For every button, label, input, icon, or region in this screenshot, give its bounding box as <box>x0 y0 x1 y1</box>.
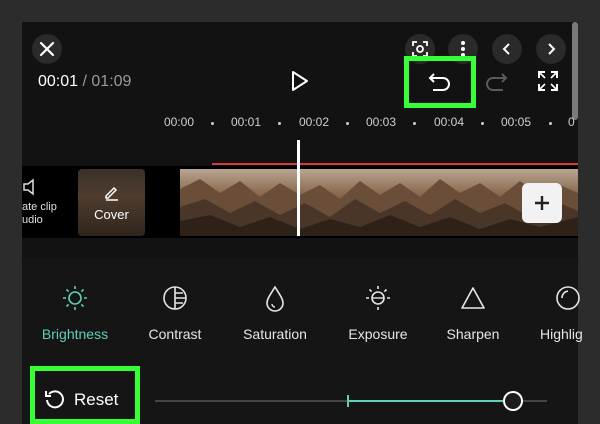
speaker-icon <box>23 178 34 196</box>
slider-center-mark <box>347 395 349 407</box>
ruler-dot <box>413 122 416 125</box>
fullscreen-button[interactable] <box>537 70 559 97</box>
ruler-tick: 00:00 <box>164 115 195 129</box>
chevron-right-icon <box>548 43 556 55</box>
adjust-exposure[interactable]: Exposure <box>343 278 413 342</box>
close-button[interactable] <box>32 34 62 64</box>
contrast-icon <box>163 286 187 310</box>
reset-button[interactable]: Reset <box>40 376 136 424</box>
slider-fill <box>348 400 514 402</box>
brightness-icon <box>63 286 87 310</box>
adjust-label: Exposure <box>348 326 408 342</box>
plus-icon <box>535 196 549 210</box>
saturation-icon <box>266 285 284 312</box>
adjust-label: Contrast <box>148 326 202 342</box>
redo-button[interactable] <box>484 70 508 97</box>
mute-clip-audio-button[interactable]: ate clip udio <box>22 178 57 227</box>
next-button[interactable] <box>536 34 566 64</box>
chevron-left-icon <box>502 43 510 55</box>
mute-label-line1: ate clip <box>22 201 57 213</box>
ruler-dot <box>211 122 214 125</box>
add-clip-button[interactable] <box>522 183 562 223</box>
edit-pencil-icon <box>105 186 118 201</box>
clip-thumbnails <box>180 179 578 236</box>
total-time: 01:09 <box>91 73 132 90</box>
mute-label-line2: udio <box>22 214 43 226</box>
adjust-brightness[interactable]: Brightness <box>36 278 114 342</box>
current-time: 00:01 <box>38 73 79 90</box>
slider-knob[interactable] <box>503 391 523 411</box>
undo-icon <box>428 73 450 91</box>
ruler-tick: 00:05 <box>501 115 532 129</box>
fullscreen-icon <box>538 71 558 91</box>
ruler-dot <box>346 122 349 125</box>
play-button[interactable] <box>290 70 310 97</box>
cover-overlay <box>78 169 145 236</box>
ruler-dot <box>481 122 484 125</box>
sharpen-icon <box>461 287 485 309</box>
video-clip[interactable] <box>180 169 578 236</box>
adjust-label: Highlig <box>540 326 583 342</box>
time-separator: / <box>82 73 87 90</box>
reset-icon <box>45 390 64 409</box>
audio-indicator-line <box>212 163 578 165</box>
adjust-label: Brightness <box>41 326 109 342</box>
play-icon <box>292 71 308 91</box>
highlight-icon <box>556 286 580 310</box>
adjust-contrast[interactable]: Contrast <box>140 278 210 342</box>
right-margin <box>578 0 600 424</box>
ruler-dot <box>549 122 552 125</box>
left-margin <box>0 0 22 424</box>
adjust-highlight[interactable]: Highlig <box>540 278 600 342</box>
page-scrollbar[interactable] <box>572 22 578 120</box>
reset-label: Reset <box>74 390 119 409</box>
playhead[interactable] <box>297 140 300 236</box>
cover-button[interactable]: Cover <box>78 169 145 236</box>
undo-button[interactable] <box>428 70 452 97</box>
cover-label: Cover <box>94 207 129 222</box>
ruler-tick: 00:03 <box>366 115 397 129</box>
ruler-tick: 00:04 <box>434 115 465 129</box>
time-readout: 00:01 / 01:09 <box>38 73 131 91</box>
ruler-dot <box>278 122 281 125</box>
adjust-label: Saturation <box>243 326 307 342</box>
close-icon <box>39 41 55 57</box>
ruler-tick: 00:02 <box>299 115 330 129</box>
redo-icon <box>486 73 508 91</box>
adjust-saturation[interactable]: Saturation <box>238 278 312 342</box>
ruler-tick: 0 <box>568 115 575 129</box>
adjust-label: Sharpen <box>446 326 500 342</box>
previous-button[interactable] <box>492 34 522 64</box>
ruler-tick: 00:01 <box>231 115 262 129</box>
adjust-sharpen[interactable]: Sharpen <box>440 278 506 342</box>
exposure-icon <box>366 286 390 310</box>
